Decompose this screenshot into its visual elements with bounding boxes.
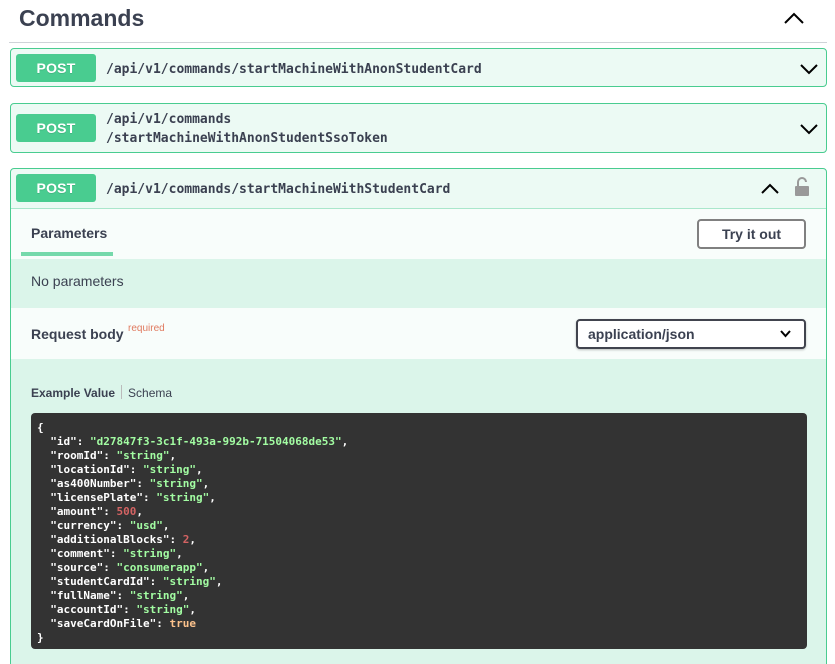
operation-path-line2: /startMachineWithAnonStudentSsoToken — [106, 131, 388, 146]
json-value: "string" — [123, 547, 177, 560]
json-value: "string" — [129, 589, 183, 602]
method-badge: POST — [16, 114, 96, 142]
json-line: "roomId": "string", — [50, 449, 177, 462]
json-value: 2 — [182, 533, 190, 546]
opblock-start-machine-anon-sso[interactable]: POST /api/v1/commands /startMachineWithA… — [10, 103, 827, 153]
json-key: "currency" — [50, 519, 117, 532]
chevron-down-icon[interactable] — [800, 123, 818, 135]
json-key: "fullName" — [50, 589, 117, 602]
tab-divider — [121, 385, 123, 399]
example-json-code: { "id": "d27847f3-3c1f-493a-992b-7150406… — [31, 413, 807, 649]
opblock-start-machine-student-card: POST /api/v1/commands/startMachineWithSt… — [10, 168, 827, 664]
json-value: "string" — [142, 463, 196, 476]
method-badge: POST — [16, 54, 96, 82]
json-line: "as400Number": "string", — [50, 477, 210, 490]
chevron-up-icon[interactable] — [783, 9, 805, 27]
json-key: "studentCardId" — [50, 575, 150, 588]
json-line: "locationId": "string", — [50, 463, 203, 476]
operation-path-line1: /api/v1/commands — [106, 112, 232, 127]
section-title: Commands — [19, 5, 145, 31]
opblock-body: Parameters Try it out No parameters Requ… — [11, 208, 826, 664]
parameters-header: Parameters Try it out — [11, 208, 826, 259]
json-line: "fullName": "string", — [50, 589, 190, 602]
opblock-start-machine-anon-card[interactable]: POST /api/v1/commands/startMachineWithAn… — [10, 48, 827, 87]
content-type-select[interactable]: application/json — [576, 319, 806, 349]
json-key: "accountId" — [50, 603, 124, 616]
json-line: "studentCardId": "string", — [50, 575, 223, 588]
try-it-out-button[interactable]: Try it out — [697, 219, 806, 249]
json-line: "id": "d27847f3-3c1f-493a-992b-71504068d… — [50, 435, 349, 448]
json-key: "locationId" — [50, 463, 130, 476]
unlock-icon[interactable] — [794, 177, 810, 197]
section-header[interactable]: Commands — [9, 0, 827, 43]
json-value: true — [169, 617, 196, 630]
example-schema-tabs: Example Value Schema — [31, 385, 172, 400]
json-key: "saveCardOnFile" — [50, 617, 157, 630]
json-key: "as400Number" — [50, 477, 137, 490]
json-key: "source" — [50, 561, 104, 574]
tab-schema[interactable]: Schema — [128, 386, 172, 400]
request-body-header: Request body required application/json — [11, 308, 826, 359]
chevron-down-icon — [780, 330, 791, 338]
chevron-up-icon[interactable] — [761, 183, 779, 195]
method-badge: POST — [16, 174, 96, 202]
json-value: "string" — [136, 603, 190, 616]
required-badge: required — [128, 323, 165, 334]
json-value: "string" — [116, 449, 170, 462]
json-value: "string" — [162, 575, 216, 588]
json-line: "licensePlate": "string", — [50, 491, 216, 504]
json-line: "additionalBlocks": 2, — [50, 533, 196, 546]
json-key: "licensePlate" — [50, 491, 143, 504]
json-value: "d27847f3-3c1f-493a-992b-71504068de53" — [90, 435, 342, 448]
json-line: "accountId": "string", — [50, 603, 196, 616]
operation-path: /api/v1/commands/startMachineWithAnonStu… — [106, 62, 482, 77]
operation-path: /api/v1/commands/startMachineWithStudent… — [106, 182, 451, 197]
chevron-down-icon[interactable] — [800, 63, 818, 75]
request-body-title: Request body — [31, 326, 124, 342]
json-value: "consumerapp" — [116, 561, 203, 574]
tab-underline — [21, 252, 113, 256]
json-key: "additionalBlocks" — [50, 533, 170, 546]
opblock-summary[interactable]: POST /api/v1/commands/startMachineWithSt… — [11, 169, 826, 208]
json-line: "saveCardOnFile": true — [50, 617, 196, 630]
json-value: 500 — [116, 505, 137, 518]
json-line: "amount": 500, — [50, 505, 143, 518]
json-key: "amount" — [50, 505, 104, 518]
json-line: "source": "consumerapp", — [50, 561, 210, 574]
json-key: "id" — [50, 435, 77, 448]
json-line: "comment": "string", — [50, 547, 183, 560]
content-type-value: application/json — [588, 326, 695, 342]
json-key: "comment" — [50, 547, 110, 560]
tab-example-value[interactable]: Example Value — [31, 386, 115, 400]
tab-parameters-label: Parameters — [31, 225, 108, 241]
json-close-brace: } — [37, 631, 44, 644]
no-parameters-text: No parameters — [31, 273, 124, 289]
json-key: "roomId" — [50, 449, 104, 462]
json-line: "currency": "usd", — [50, 519, 170, 532]
json-value: "string" — [149, 477, 203, 490]
tab-parameters[interactable]: Parameters — [21, 218, 113, 256]
json-value: "usd" — [129, 519, 163, 532]
json-value: "string" — [156, 491, 210, 504]
json-open-brace: { — [37, 421, 44, 434]
